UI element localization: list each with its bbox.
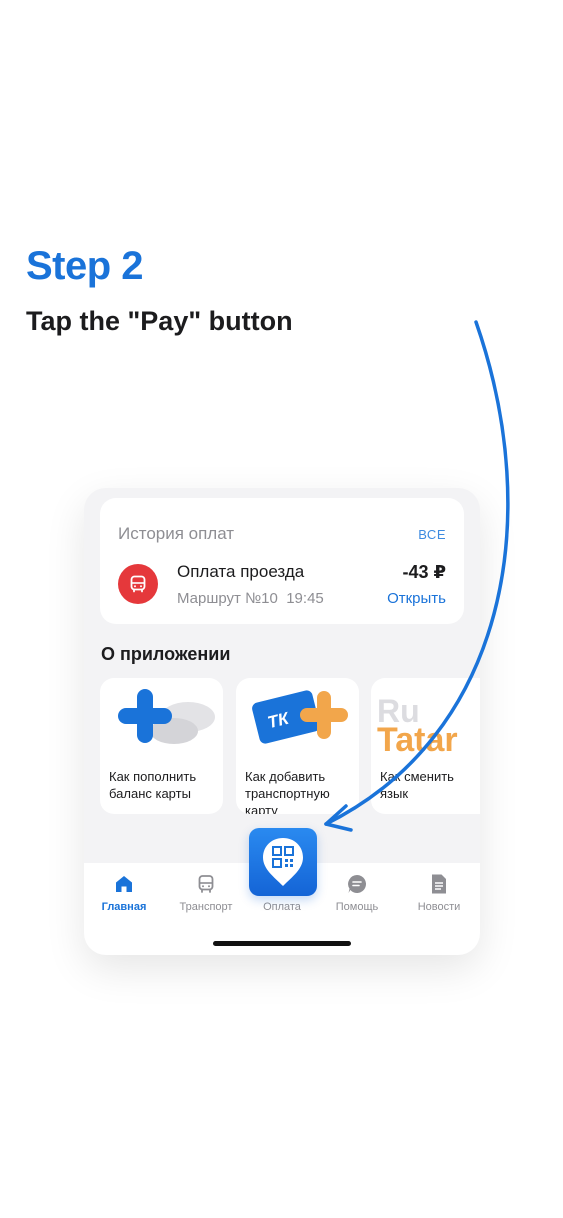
info-card-top-up[interactable]: Как пополнить баланс карты (100, 678, 223, 814)
step-title: Step 2 (26, 244, 144, 288)
info-card-label: Как сменить язык (380, 769, 454, 801)
nav-label: Новости (417, 901, 461, 913)
open-payment-link[interactable]: Открыть (387, 590, 446, 607)
chat-icon (317, 871, 397, 897)
see-all-link[interactable]: ВСЕ (418, 527, 446, 542)
info-card-label: Как добавить транспортную карту (245, 769, 330, 814)
nav-item-news[interactable]: Новости (399, 871, 479, 913)
payment-time: 19:45 (286, 590, 324, 607)
add-card-illustration-icon: ТК (252, 690, 348, 744)
top-up-illustration-icon (118, 689, 215, 744)
nav-item-home[interactable]: Главная (84, 871, 164, 913)
payment-history-title: История оплат (118, 524, 235, 543)
nav-label: Помощь (335, 901, 379, 913)
payment-name: Оплата проезда (177, 562, 305, 581)
bus-icon (166, 871, 246, 897)
language-illustration-icon: Ru Tatar (377, 693, 458, 758)
info-card-change-language[interactable]: Ru Tatar Как сменить язык (371, 678, 480, 814)
pay-button[interactable] (249, 828, 317, 896)
language-art-bottom-text: Tatar (377, 721, 458, 758)
info-card-add-card[interactable]: ТК Как добавить транспортную карту (236, 678, 359, 814)
news-icon (399, 871, 479, 897)
nav-item-transport[interactable]: Транспорт (166, 871, 246, 913)
home-indicator (213, 941, 351, 946)
nav-label: Главная (101, 901, 147, 913)
step-subtitle: Tap the "Pay" button (26, 306, 293, 336)
qr-pin-icon (263, 838, 303, 886)
payment-amount: -43 ₽ (402, 562, 446, 582)
home-icon (84, 871, 164, 897)
info-card-label: Как пополнить баланс карты (109, 769, 197, 801)
nav-label: Оплата (263, 901, 301, 913)
nav-label: Транспорт (179, 901, 233, 913)
payment-route: Маршрут №10 19:45 (177, 590, 324, 607)
about-section-title: О приложении (101, 644, 231, 664)
phone-screen: История оплат ВСЕ Оплата проезда Маршрут… (84, 488, 480, 955)
nav-item-help[interactable]: Помощь (317, 871, 397, 913)
payment-route-number: Маршрут №10 (177, 590, 278, 607)
bus-payment-icon (118, 564, 158, 604)
payment-history-card[interactable]: История оплат ВСЕ Оплата проезда Маршрут… (100, 498, 464, 624)
